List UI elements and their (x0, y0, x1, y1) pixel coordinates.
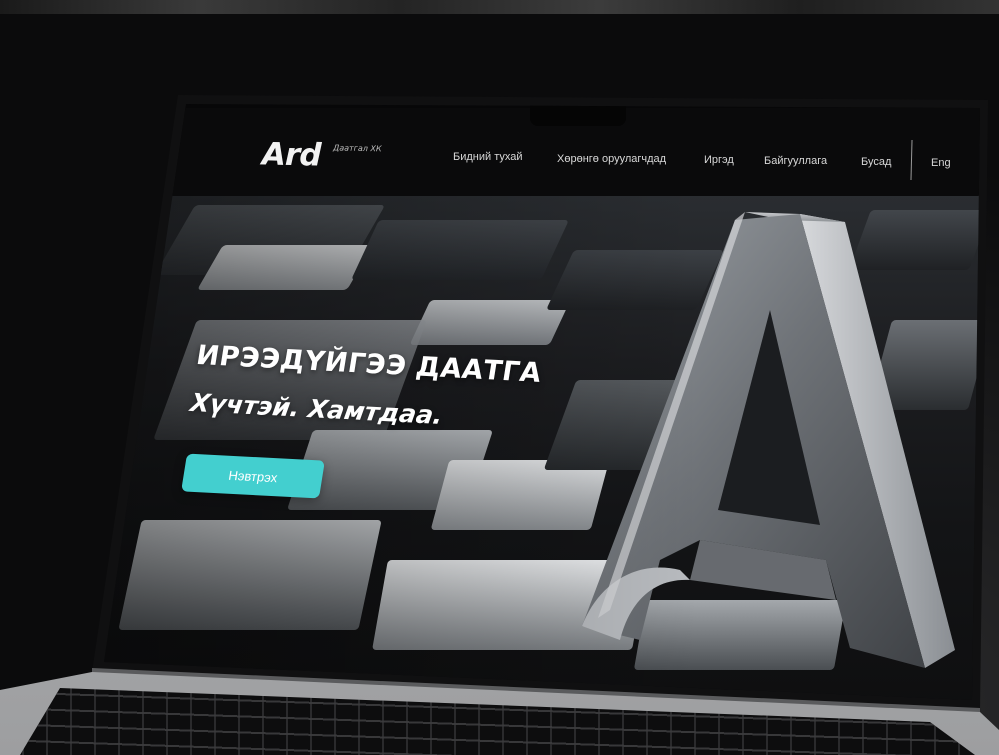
login-button-label: Нэвтрэх (227, 467, 279, 485)
login-button[interactable]: Нэвтрэх (181, 453, 325, 499)
laptop-screen: Ard Даатгал ХК Бидний тухай Хөрөнгө оруу… (104, 104, 980, 700)
nav-link-organizations[interactable]: Байгууллага (764, 155, 827, 167)
brand-logo[interactable]: Ard (262, 136, 321, 173)
nav-link-about[interactable]: Бидний тухай (453, 151, 523, 163)
camera-notch (530, 104, 626, 126)
brand-logo-subtitle: Даатгал ХК (332, 143, 382, 154)
language-switch[interactable]: Eng (931, 157, 951, 169)
nav-link-citizens[interactable]: Иргэд (704, 154, 734, 166)
nav-link-investors[interactable]: Хөрөнгө оруулагчдад (557, 153, 666, 165)
laptop-lid: Ard Даатгал ХК Бидний тухай Хөрөнгө оруу… (0, 0, 999, 755)
nav-link-other[interactable]: Бусад (861, 156, 891, 168)
